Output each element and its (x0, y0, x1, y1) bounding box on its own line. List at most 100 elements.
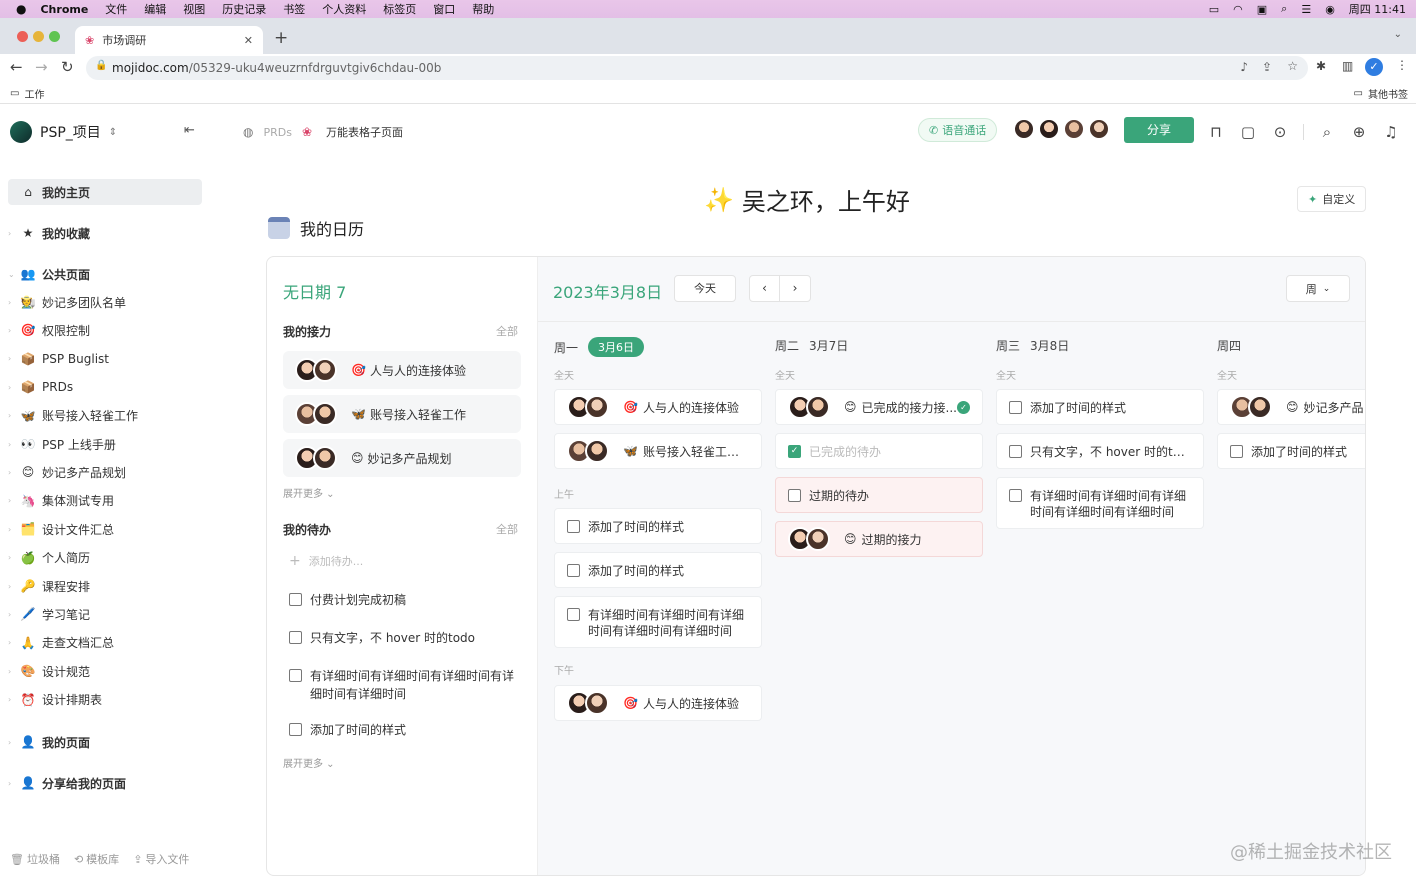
sidebar-item-public-page[interactable]: › 🗂️ 设计文件汇总 (8, 516, 202, 542)
customize-button[interactable]: ✦ 自定义 (1297, 186, 1367, 212)
sidebar-item-public-page[interactable]: › 🙏 走查文档汇总 (8, 630, 202, 656)
workspace-switcher[interactable]: PSP_项目 ⇕ (10, 121, 117, 143)
todo-all-link[interactable]: 全部 (496, 521, 518, 537)
address-bar[interactable]: 🔒 mojidoc.com /05329-uku4weuzrnfdrguvtgi… (86, 56, 1308, 80)
event-todo-overdue[interactable]: 过期的待办 (775, 477, 983, 513)
avatar[interactable] (1013, 118, 1035, 140)
todo-expand-more[interactable]: 展开更多 ⌄ (283, 755, 335, 770)
apple-icon[interactable]: ● (16, 2, 26, 16)
voice-call-button[interactable]: ✆ 语音通话 (918, 118, 998, 142)
comments-icon[interactable]: ▢ (1237, 121, 1259, 143)
todo-item[interactable]: 只有文字，不 hover 时的todo (289, 629, 521, 647)
event-relay-overdue[interactable]: 😊 过期的接力 (775, 521, 983, 557)
expand-caret-icon[interactable]: › (8, 667, 20, 676)
menu-window[interactable]: 窗口 (433, 1, 455, 17)
expand-caret-icon[interactable]: › (8, 440, 20, 449)
event-todo[interactable]: 添加了时间的样式 (1217, 433, 1365, 469)
profile-avatar-icon[interactable]: ✓ (1365, 58, 1383, 76)
event-relay[interactable]: 😊 妙记多产品规 (1217, 389, 1365, 425)
menu-help[interactable]: 帮助 (472, 1, 494, 17)
event-todo[interactable]: 有详细时间有详细时间有详细时间有详细时间有详细时间 (554, 596, 762, 648)
event-todo-done[interactable]: ✓ 已完成的待办 (775, 433, 983, 469)
sidebar-item-my-pages[interactable]: › 👤 我的页面 (8, 729, 202, 755)
close-window-button[interactable] (17, 31, 28, 42)
menu-tabs[interactable]: 标签页 (383, 1, 416, 17)
sidebar-item-public-page[interactable]: › 🦋 账号接入轻雀工作 (8, 403, 202, 429)
sidebar-item-home[interactable]: ⌂ 我的主页 (8, 179, 202, 205)
sidebar-item-public-page[interactable]: › 📦 PSP Buglist (8, 346, 202, 372)
expand-caret-icon[interactable]: › (8, 638, 20, 647)
sidebar-item-public-page[interactable]: › 🎨 设计规范 (8, 658, 202, 684)
app-icon[interactable]: ▣ (1257, 3, 1267, 16)
bell-icon[interactable]: ♫ (1380, 121, 1402, 143)
sidebar-item-public-page[interactable]: › 🍏 个人简历 (8, 545, 202, 571)
relay-all-link[interactable]: 全部 (496, 323, 518, 339)
trash-button[interactable]: 🗑 垃圾桶 (10, 851, 60, 867)
todo-checkbox[interactable] (567, 563, 580, 577)
presentation-icon[interactable]: ⊓ (1205, 121, 1227, 143)
siri-icon[interactable]: ◉ (1325, 3, 1335, 16)
sidebar-item-public-page[interactable]: › 🔑 课程安排 (8, 573, 202, 599)
todo-checkbox[interactable] (567, 519, 580, 533)
breadcrumb-parent[interactable]: PRDs (263, 126, 291, 139)
event-relay-done[interactable]: 😊 已完成的接力接... ✓ (775, 389, 983, 425)
expand-caret-icon[interactable]: › (8, 411, 20, 420)
relay-item[interactable]: 😊 妙记多产品规划 (283, 439, 521, 477)
expand-caret-icon[interactable]: › (8, 354, 20, 363)
sidebar-item-public-page[interactable]: › 😊 妙记多产品规划 (8, 459, 202, 485)
todo-checkbox[interactable] (788, 488, 801, 502)
expand-caret-icon[interactable]: › (8, 326, 20, 335)
add-todo-input[interactable]: + 添加待办... (289, 553, 363, 569)
expand-caret-icon[interactable]: › (8, 553, 20, 562)
sidepanel-icon[interactable]: ▥ (1342, 59, 1353, 73)
event-todo[interactable]: 只有文字，不 hover 时的todo (996, 433, 1204, 469)
todo-item[interactable]: 添加了时间的样式 (289, 721, 521, 739)
search-icon[interactable]: ⌕ (1316, 121, 1338, 143)
menu-edit[interactable]: 编辑 (144, 1, 166, 17)
sidebar-item-public-page[interactable]: › ⏰ 设计排期表 (8, 687, 202, 713)
spotlight-icon[interactable]: ⌕ (1281, 2, 1287, 16)
event-relay[interactable]: 🦋 账号接入轻雀工作d... (554, 433, 762, 469)
event-todo[interactable]: 有详细时间有详细时间有详细时间有详细时间有详细时间 (996, 477, 1204, 529)
sidebar-item-public-page[interactable]: › 🦄 集体测试专用 (8, 488, 202, 514)
sidebar-item-public-page[interactable]: › 🖊️ 学习笔记 (8, 601, 202, 627)
event-relay[interactable]: 🎯 人与人的连接体验 (554, 685, 762, 721)
relay-item[interactable]: 🦋 账号接入轻雀工作 (283, 395, 521, 433)
share-button[interactable]: 分享 (1124, 117, 1194, 143)
next-week-button[interactable]: › (780, 276, 810, 301)
expand-caret-icon[interactable]: › (8, 582, 20, 591)
event-todo[interactable]: 添加了时间的样式 (996, 389, 1204, 425)
avatar[interactable] (1063, 118, 1085, 140)
todo-checkbox[interactable] (1009, 400, 1022, 414)
share-page-icon[interactable]: ⇪ (1262, 60, 1272, 74)
todo-checkbox[interactable] (289, 631, 302, 644)
expand-caret-icon[interactable]: › (8, 496, 20, 505)
add-icon[interactable]: ⊕ (1348, 121, 1370, 143)
prev-week-button[interactable]: ‹ (750, 276, 780, 301)
menu-profile[interactable]: 个人资料 (322, 1, 366, 17)
todo-checkbox[interactable] (1009, 489, 1022, 502)
wifi-icon[interactable]: ◠ (1233, 3, 1243, 16)
menu-history[interactable]: 历史记录 (222, 1, 266, 17)
avatar[interactable] (1088, 118, 1110, 140)
todo-checkbox[interactable] (567, 608, 580, 621)
expand-caret-icon[interactable]: › (8, 525, 20, 534)
event-relay[interactable]: 🎯 人与人的连接体验 (554, 389, 762, 425)
todo-checkbox[interactable] (289, 593, 302, 606)
browser-tab[interactable]: ❀ 市场调研 ✕ (75, 26, 263, 54)
sidebar-item-public-page[interactable]: › 👀 PSP 上线手册 (8, 431, 202, 457)
avatar[interactable] (1038, 118, 1060, 140)
todo-checkbox[interactable] (289, 723, 302, 736)
todo-checkbox[interactable] (1009, 444, 1022, 458)
browser-menu-icon[interactable]: ⋮ (1396, 58, 1408, 72)
forward-icon[interactable]: → (35, 58, 48, 76)
todo-item[interactable]: 有详细时间有详细时间有详细时间有详细时间有详细时间 (289, 667, 521, 703)
menu-view[interactable]: 视图 (183, 1, 205, 17)
extensions-icon[interactable]: ✱ (1316, 59, 1326, 73)
expand-caret-icon[interactable]: › (8, 610, 20, 619)
zoom-window-button[interactable] (49, 31, 60, 42)
menu-app[interactable]: Chrome (40, 3, 88, 16)
import-button[interactable]: ⇪ 导入文件 (133, 851, 189, 867)
expand-caret-icon[interactable]: › (8, 298, 20, 307)
new-tab-icon[interactable]: + (274, 28, 288, 48)
